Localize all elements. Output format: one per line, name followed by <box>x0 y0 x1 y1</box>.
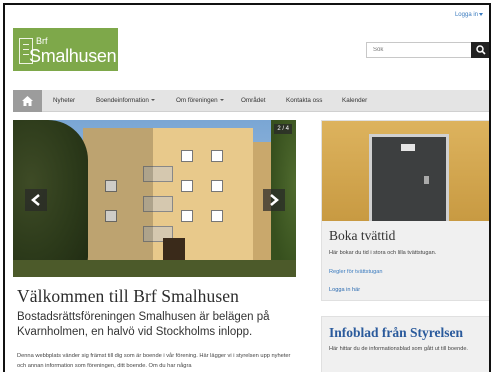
chevron-down-icon <box>219 99 224 102</box>
logo-prefix: Brf <box>36 36 48 46</box>
chevron-down-icon <box>150 99 155 102</box>
login-link[interactable]: Logga in <box>455 12 483 18</box>
chevron-down-icon <box>479 12 483 16</box>
nav-item-kontakta-oss[interactable]: Kontakta oss <box>286 97 322 104</box>
lead-paragraph: Bostadsrättsföreningen Smalhusen är belä… <box>17 311 270 338</box>
page-frame: Logga in Brf Smalhusen Nyheter Boendeinf… <box>3 3 491 372</box>
nav-item-boendeinformation[interactable]: Boendeinformation <box>96 97 155 104</box>
main-nav: Nyheter Boendeinformation Om föreningen … <box>13 90 489 112</box>
infoblad-card: Infoblad från Styrelsen Här hittar du de… <box>321 316 489 372</box>
nav-item-om-foreningen[interactable]: Om föreningen <box>176 97 224 104</box>
card-title: Boka tvättid <box>329 228 396 243</box>
laundry-booking-card: Boka tvättid Här bokar du tid i stora oc… <box>321 120 489 301</box>
home-button[interactable] <box>13 90 42 112</box>
chevron-left-icon <box>31 194 40 206</box>
body-paragraph: Denna webbplats vänder sig främst till d… <box>17 353 291 369</box>
laundry-rules-link[interactable]: Regler för tvättstugan <box>329 269 382 275</box>
site-logo[interactable]: Brf Smalhusen <box>13 28 118 71</box>
slide-counter: 2 / 4 <box>274 124 292 134</box>
login-label[interactable]: Logga in <box>455 12 478 18</box>
search-icon <box>476 45 486 55</box>
page-title: Välkommen till Brf Smalhusen <box>17 286 240 306</box>
home-icon <box>22 96 33 106</box>
search-button[interactable] <box>471 42 489 58</box>
card-title[interactable]: Infoblad från Styrelsen <box>329 325 463 341</box>
nav-item-nyheter[interactable]: Nyheter <box>53 97 75 104</box>
image-slider: 2 / 4 <box>13 120 296 277</box>
nav-item-kalender[interactable]: Kalender <box>342 97 367 104</box>
laundry-door-photo <box>322 121 489 221</box>
logo-name: Smalhusen <box>29 46 117 66</box>
laundry-login-link[interactable]: Logga in här <box>329 287 360 293</box>
card-text: Här hittar du de informationsblad som gå… <box>329 346 468 352</box>
nav-item-omradet[interactable]: Området <box>241 97 266 104</box>
slider-prev-button[interactable] <box>25 189 47 211</box>
card-text: Här bokar du tid i stora och lilla tvätt… <box>329 250 437 256</box>
slider-next-button[interactable] <box>263 189 285 211</box>
search-input[interactable] <box>366 42 471 58</box>
chevron-right-icon <box>270 194 279 206</box>
